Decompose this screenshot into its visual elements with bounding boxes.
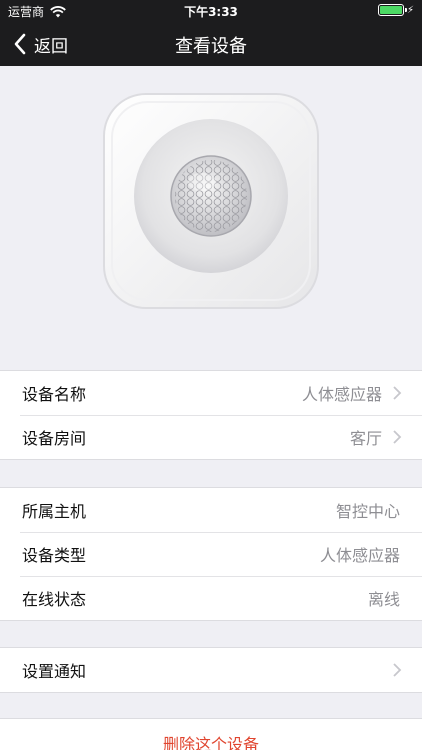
device-type-label: 设备类型 (22, 546, 87, 565)
host-row: 所属主机 智控中心 (0, 488, 422, 532)
device-name-label: 设备名称 (22, 385, 87, 404)
device-type-value: 人体感应器 (319, 546, 400, 565)
device-info-group: 设备名称 人体感应器 设备房间 客厅 (0, 370, 422, 460)
device-detail-group: 所属主机 智控中心 设备类型 人体感应器 在线状态 离线 (0, 487, 422, 621)
host-label: 所属主机 (22, 502, 87, 521)
delete-device-button[interactable]: 删除这个设备 (0, 719, 422, 750)
device-room-label: 设备房间 (22, 429, 87, 448)
motion-sensor-image (103, 93, 319, 309)
charging-icon: ⚡ (406, 4, 414, 16)
delete-area: 删除这个设备 (0, 718, 422, 750)
host-value: 智控中心 (335, 502, 400, 521)
device-image-area (0, 66, 422, 370)
page-title: 查看设备 (175, 36, 247, 57)
chevron-right-icon (393, 386, 402, 400)
online-status-row: 在线状态 离线 (0, 576, 422, 620)
notification-group: 设置通知 (0, 647, 422, 693)
device-name-row[interactable]: 设备名称 人体感应器 (0, 371, 422, 415)
status-bar: 运营商 下午3:33 ⚡ (0, 0, 422, 22)
status-time: 下午3:33 (184, 5, 238, 19)
status-right: ⚡ (377, 4, 414, 16)
device-room-row[interactable]: 设备房间 客厅 (0, 415, 422, 459)
device-name-value: 人体感应器 (301, 385, 382, 404)
online-status-value: 离线 (367, 590, 400, 609)
device-type-row: 设备类型 人体感应器 (0, 532, 422, 576)
chevron-right-icon (393, 430, 402, 444)
nav-bar: 返回 查看设备 (0, 22, 422, 66)
chevron-right-icon (393, 663, 402, 677)
battery-icon (377, 4, 407, 16)
header: 运营商 下午3:33 ⚡ 返回 查看设备 (0, 0, 422, 66)
notification-settings-row[interactable]: 设置通知 (0, 648, 422, 692)
device-room-value: 客厅 (349, 429, 382, 448)
notification-settings-label: 设置通知 (22, 662, 87, 681)
online-status-label: 在线状态 (22, 590, 87, 609)
